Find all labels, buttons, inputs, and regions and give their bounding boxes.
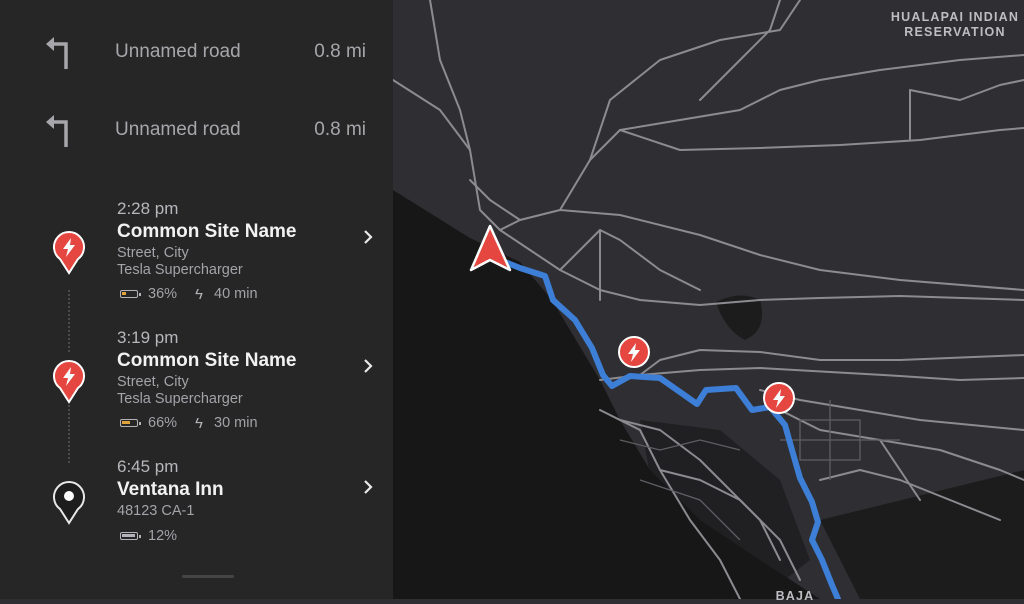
direction-road-name: Unnamed road [115, 119, 241, 140]
stop-name: Common Site Name [117, 350, 297, 371]
direction-distance: 0.8 mi [314, 41, 366, 62]
road [879, 439, 921, 501]
chevron-right-icon[interactable] [360, 228, 376, 246]
stop-item[interactable]: 3:19 pm Common Site Name Street, City Te… [0, 328, 393, 440]
map-label-region: BAJA [775, 589, 815, 603]
road [619, 127, 1024, 151]
stop-meta: 12% [117, 528, 317, 546]
chevron-right-icon[interactable] [360, 357, 376, 375]
stop-street: Street, City [117, 374, 189, 390]
map-supercharger-pin-icon[interactable] [763, 382, 795, 414]
stop-name: Common Site Name [117, 221, 297, 242]
stop-street: Street, City [117, 245, 189, 261]
stop-arrival-time: 2:28 pm [117, 199, 179, 218]
map-supercharger-pin-icon[interactable] [618, 336, 650, 368]
stop-item[interactable]: 2:28 pm Common Site Name Street, City Te… [0, 199, 393, 311]
road [429, 0, 471, 151]
direction-distance: 0.8 mi [314, 119, 366, 140]
supercharger-pin-icon [53, 231, 85, 275]
road [699, 0, 781, 101]
stop-meta: 36% ϟ 40 min [117, 286, 317, 304]
charging-bolt-icon: ϟ [195, 286, 203, 303]
panel-drag-handle[interactable] [182, 575, 234, 578]
destination-pin-icon [53, 481, 85, 525]
timeline-connector [68, 405, 72, 463]
road [589, 0, 801, 161]
direction-row[interactable]: Unnamed road 0.8 mi [0, 100, 393, 160]
direction-road-name: Unnamed road [115, 41, 241, 62]
stop-type: Tesla Supercharger [117, 262, 243, 278]
turn-left-icon [46, 37, 68, 69]
battery-icon [120, 419, 141, 427]
charging-bolt-icon: ϟ [195, 415, 203, 432]
battery-percent: 12% [148, 528, 178, 544]
battery-percent: 36% [148, 286, 178, 302]
stop-arrival-time: 6:45 pm [117, 457, 179, 476]
battery-icon [120, 290, 141, 298]
map-label-reservation: HUALAPAI INDIAN RESERVATION [890, 10, 1020, 39]
charge-duration: 40 min [214, 286, 258, 302]
battery-percent: 66% [148, 415, 178, 431]
stop-item[interactable]: 6:45 pm Ventana Inn 48123 CA-1 12% [0, 457, 393, 569]
battery-icon [120, 532, 141, 540]
charge-duration: 30 min [214, 415, 258, 431]
stop-type: Tesla Supercharger [117, 391, 243, 407]
directions-panel: Unnamed road 0.8 mi Unnamed road 0.8 mi … [0, 0, 393, 599]
supercharger-pin-icon [53, 360, 85, 404]
chevron-right-icon[interactable] [360, 478, 376, 496]
turn-left-icon [46, 115, 68, 147]
stop-meta: 66% ϟ 30 min [117, 415, 317, 433]
stop-name: Ventana Inn [117, 479, 224, 500]
stop-street: 48123 CA-1 [117, 503, 195, 519]
direction-row[interactable]: Unnamed road 0.8 mi [0, 22, 393, 82]
stop-arrival-time: 3:19 pm [117, 328, 179, 347]
road [909, 79, 1024, 101]
